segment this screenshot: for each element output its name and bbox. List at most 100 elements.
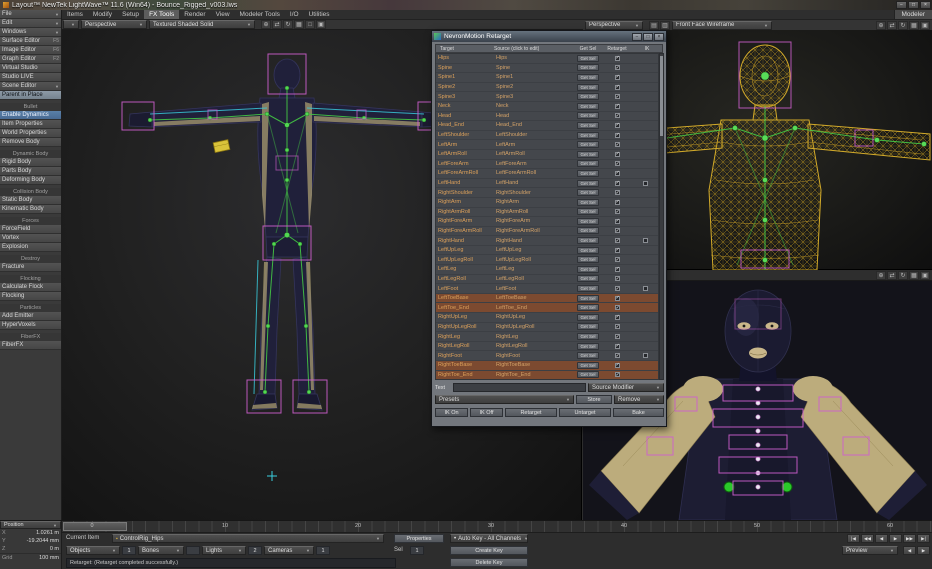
minimize-button[interactable]: − [896, 1, 907, 9]
sidebar-item-image-editor[interactable]: Image EditorF6 [0, 46, 61, 55]
previous-key-button[interactable]: ◀◀ [861, 534, 874, 543]
source-name[interactable]: Spine1 [494, 74, 574, 80]
retarget-checkbox[interactable] [615, 113, 620, 118]
source-name[interactable]: Spine [494, 65, 574, 71]
wireframe-toggle-icon[interactable]: ▥ [660, 21, 670, 30]
get-sel-button[interactable]: Get Sel [577, 352, 598, 359]
sidebar-item-forcefield[interactable]: ForceField [0, 225, 61, 234]
scrollbar-thumb[interactable] [660, 56, 663, 136]
sidebar-item-static-body[interactable]: Static Body [0, 196, 61, 205]
get-sel-button[interactable]: Get Sel [577, 151, 598, 158]
source-name[interactable]: Spine2 [494, 84, 574, 90]
get-sel-button[interactable]: Get Sel [577, 285, 598, 292]
retarget-checkbox[interactable] [615, 276, 620, 281]
menu-tab-modify[interactable]: Modify [88, 10, 117, 19]
delete-key-button[interactable]: Delete Key [450, 558, 528, 567]
retarget-checkbox[interactable] [615, 161, 620, 166]
source-name[interactable]: LeftToe_End [494, 305, 574, 311]
preview-back-button[interactable]: ◀ [903, 546, 916, 555]
properties-button[interactable]: Properties [394, 534, 444, 543]
retarget-checkbox[interactable] [615, 228, 620, 233]
menu-tab-setup[interactable]: Setup [117, 10, 144, 19]
zoom-view-icon[interactable]: ▦ [909, 271, 919, 280]
retarget-checkbox[interactable] [615, 190, 620, 195]
source-name[interactable]: RightFoot [494, 353, 574, 359]
untarget-button[interactable]: Untarget [559, 408, 611, 417]
sidebar-item-remove-body[interactable]: Remove Body [0, 138, 61, 147]
move-view-icon[interactable]: ⇄ [272, 20, 282, 29]
retarget-checkbox[interactable] [615, 257, 620, 262]
get-sel-button[interactable]: Get Sel [577, 160, 598, 167]
retarget-checkbox[interactable] [615, 267, 620, 272]
source-name[interactable]: RightToeBase [494, 362, 574, 368]
dialog-title-bar[interactable]: NevronMotion Retarget −□× [432, 31, 666, 42]
sidebar-item-fiberfx[interactable]: FiberFX [0, 341, 61, 350]
source-name[interactable]: Hips [494, 55, 574, 61]
source-name[interactable]: LeftArmRoll [494, 151, 574, 157]
lights-dropdown[interactable]: Lights [202, 546, 246, 555]
source-name[interactable]: LeftToeBase [494, 295, 574, 301]
sel-count-field[interactable]: 1 [410, 546, 424, 555]
retarget-button[interactable]: Retarget [505, 408, 557, 417]
get-sel-button[interactable]: Get Sel [577, 323, 598, 330]
retarget-checkbox[interactable] [615, 248, 620, 253]
sidebar-item-virtual-studio[interactable]: Virtual Studio [0, 64, 61, 73]
store-button[interactable]: Store [576, 395, 612, 404]
source-name[interactable]: LeftLegRoll [494, 276, 574, 282]
sidebar-item-scene-editor[interactable]: Scene Editor [0, 82, 61, 91]
center-item-icon[interactable]: ⊕ [876, 21, 886, 30]
create-key-button[interactable]: Create Key [450, 546, 528, 555]
source-name[interactable]: Neck [494, 103, 574, 109]
source-name[interactable]: LeftLeg [494, 266, 574, 272]
source-name[interactable]: LeftShoulder [494, 132, 574, 138]
retarget-checkbox[interactable] [615, 305, 620, 310]
get-sel-button[interactable]: Get Sel [577, 55, 598, 62]
ik-checkbox[interactable] [643, 286, 648, 291]
source-name[interactable]: RightToe_End [494, 372, 574, 378]
ik-checkbox[interactable] [643, 353, 648, 358]
previous-frame-button[interactable]: ◀ [875, 534, 888, 543]
get-sel-button[interactable]: Get Sel [577, 180, 598, 187]
get-sel-button[interactable]: Get Sel [577, 64, 598, 71]
source-name[interactable]: RightForeArm [494, 218, 574, 224]
get-sel-button[interactable]: Get Sel [577, 237, 598, 244]
close-button[interactable]: × [920, 1, 931, 9]
source-name[interactable]: RightShoulder [494, 190, 574, 196]
right-shading-mode-dropdown[interactable]: Front Face Wireframe [672, 21, 772, 30]
retarget-checkbox[interactable] [615, 142, 620, 147]
retarget-checkbox[interactable] [615, 133, 620, 138]
cameras-dropdown[interactable]: Cameras [264, 546, 314, 555]
retarget-checkbox[interactable] [615, 65, 620, 70]
next-key-button[interactable]: ▶▶ [903, 534, 916, 543]
modeler-button[interactable]: Modeler [894, 10, 932, 19]
retarget-checkbox[interactable] [615, 286, 620, 291]
timeline-slider-handle[interactable] [63, 522, 127, 531]
dialog-maximize-button[interactable]: □ [643, 33, 653, 41]
shading-mode-dropdown[interactable]: Textured Shaded Solid [149, 20, 255, 29]
sidebar-item-vortex[interactable]: Vortex [0, 234, 61, 243]
sidebar-item-add-emitter[interactable]: Add Emitter [0, 312, 61, 321]
retarget-checkbox[interactable] [615, 334, 620, 339]
presets-dropdown[interactable]: Presets [435, 395, 574, 404]
table-scrollbar[interactable] [659, 53, 664, 380]
retarget-checkbox[interactable] [615, 296, 620, 301]
sidebar-item-graph-editor[interactable]: Graph EditorF2 [0, 55, 61, 64]
go-to-start-button[interactable]: |◀ [847, 534, 860, 543]
get-sel-button[interactable]: Get Sel [577, 343, 598, 350]
retarget-checkbox[interactable] [615, 94, 620, 99]
rotate-view-icon[interactable]: ↻ [898, 21, 908, 30]
retarget-checkbox[interactable] [615, 238, 620, 243]
preview-dropdown[interactable]: Preview [842, 546, 898, 555]
zoom-view-icon[interactable]: ▦ [909, 21, 919, 30]
menu-tab-view[interactable]: View [211, 10, 235, 19]
get-sel-button[interactable]: Get Sel [577, 227, 598, 234]
source-name[interactable]: RightUpLegRoll [494, 324, 574, 330]
maximize-button[interactable]: □ [908, 1, 919, 9]
coordinate-mode-dropdown[interactable]: Position [0, 521, 61, 529]
retarget-checkbox[interactable] [615, 315, 620, 320]
source-name[interactable]: Head_End [494, 122, 574, 128]
next-frame-button[interactable]: ▶ [889, 534, 902, 543]
sidebar-item-world-properties[interactable]: World Properties [0, 129, 61, 138]
source-name[interactable]: RightHand [494, 238, 574, 244]
retarget-checkbox[interactable] [615, 104, 620, 109]
